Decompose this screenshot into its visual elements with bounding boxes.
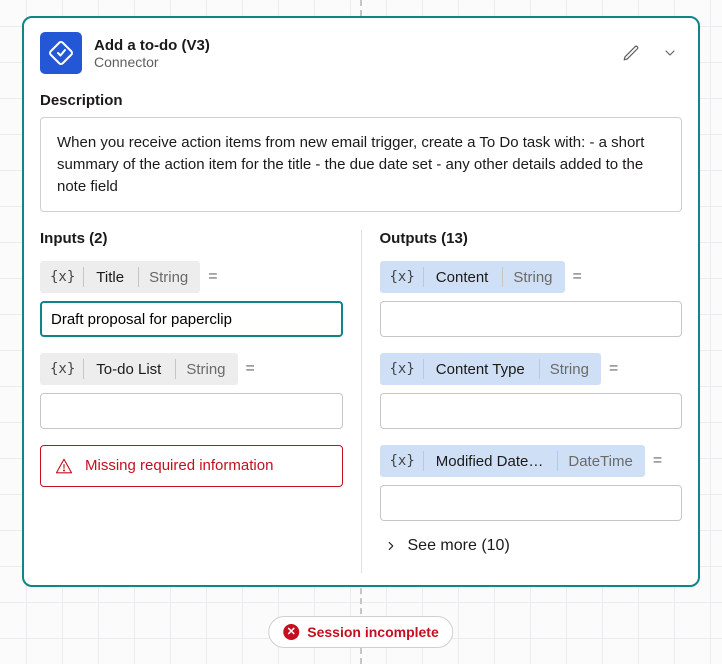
equals-sign: =: [573, 268, 582, 286]
output-chip-content-type[interactable]: {x} Content Type String: [380, 353, 601, 385]
header-text: Add a to-do (V3) Connector: [94, 37, 606, 70]
fx-icon: {x}: [380, 269, 423, 285]
connector-icon: [40, 32, 82, 74]
fx-icon: {x}: [40, 361, 83, 377]
input-field-title: {x} Title String =: [40, 261, 343, 337]
equals-sign: =: [246, 360, 255, 378]
outputs-heading: Outputs (13): [380, 230, 683, 247]
edit-button[interactable]: [618, 40, 644, 66]
description-box: When you receive action items from new e…: [40, 117, 682, 212]
error-dot-icon: ✕: [283, 624, 299, 640]
session-status-pill[interactable]: ✕ Session incomplete: [268, 616, 453, 648]
chip-type: String: [550, 361, 601, 378]
card-header: Add a to-do (V3) Connector: [40, 32, 682, 74]
description-label: Description: [40, 92, 682, 109]
workflow-canvas: Add a to-do (V3) Connector Description W…: [0, 0, 722, 664]
chip-type: String: [149, 269, 200, 286]
outputs-column: Outputs (13) {x} Content String =: [361, 230, 683, 573]
chip-name: Content Type: [424, 361, 539, 378]
collapse-button[interactable]: [658, 41, 682, 65]
input-value-title[interactable]: [40, 301, 343, 337]
error-text: Missing required information: [85, 456, 273, 476]
chip-name: Title: [84, 269, 138, 286]
input-chip-todo-list[interactable]: {x} To-do List String: [40, 353, 238, 385]
card-title: Add a to-do (V3): [94, 37, 606, 54]
input-value-todo-list[interactable]: [40, 393, 343, 429]
warning-icon: [55, 457, 73, 475]
chip-type: String: [186, 361, 237, 378]
fx-icon: {x}: [380, 361, 423, 377]
output-field-content-type: {x} Content Type String =: [380, 353, 683, 429]
status-text: Session incomplete: [307, 624, 438, 640]
see-more-label: See more (10): [408, 537, 510, 555]
output-value-content-type[interactable]: [380, 393, 683, 429]
equals-sign: =: [208, 268, 217, 286]
equals-sign: =: [609, 360, 618, 378]
card-subtitle: Connector: [94, 54, 606, 70]
io-columns: Inputs (2) {x} Title String =: [40, 230, 682, 573]
output-chip-modified-date[interactable]: {x} Modified Date… DateTime: [380, 445, 645, 477]
inputs-heading: Inputs (2): [40, 230, 343, 247]
chip-name: Modified Date…: [424, 453, 558, 470]
output-chip-content[interactable]: {x} Content String: [380, 261, 565, 293]
fx-icon: {x}: [380, 453, 423, 469]
chevron-down-icon: [662, 45, 678, 61]
chip-name: To-do List: [84, 361, 175, 378]
header-actions: [618, 40, 682, 66]
output-value-modified-date[interactable]: [380, 485, 683, 521]
output-field-modified-date: {x} Modified Date… DateTime =: [380, 445, 683, 521]
output-value-content[interactable]: [380, 301, 683, 337]
chevron-right-icon: [384, 539, 398, 553]
fx-icon: {x}: [40, 269, 83, 285]
equals-sign: =: [653, 452, 662, 470]
chip-type: DateTime: [568, 453, 644, 470]
inputs-column: Inputs (2) {x} Title String =: [40, 230, 361, 573]
see-more-button[interactable]: See more (10): [384, 537, 683, 555]
output-field-content: {x} Content String =: [380, 261, 683, 337]
error-box: Missing required information: [40, 445, 343, 487]
input-chip-title[interactable]: {x} Title String: [40, 261, 200, 293]
chip-type: String: [513, 269, 564, 286]
input-field-todo-list: {x} To-do List String =: [40, 353, 343, 429]
chip-name: Content: [424, 269, 503, 286]
action-card: Add a to-do (V3) Connector Description W…: [22, 16, 700, 587]
pencil-icon: [622, 44, 640, 62]
